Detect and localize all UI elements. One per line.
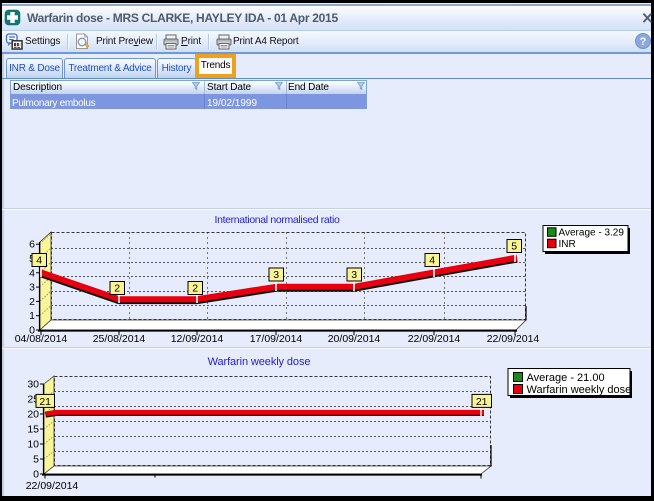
- svg-text:22/09/2014: 22/09/2014: [487, 333, 540, 345]
- svg-text:20/09/2014: 20/09/2014: [328, 333, 381, 345]
- svg-text:21: 21: [476, 396, 488, 408]
- svg-text:15: 15: [27, 424, 39, 436]
- svg-text:2: 2: [192, 283, 198, 295]
- svg-text:0: 0: [33, 469, 39, 481]
- svg-text:21: 21: [39, 396, 51, 408]
- svg-text:12/09/2014: 12/09/2014: [171, 333, 224, 345]
- svg-text:2: 2: [114, 283, 120, 295]
- svg-text:10: 10: [27, 439, 39, 451]
- svg-text:Average - 3.29: Average - 3.29: [559, 228, 625, 239]
- svg-text:3: 3: [351, 269, 357, 281]
- svg-text:4: 4: [36, 255, 42, 267]
- svg-text:INR: INR: [559, 239, 576, 250]
- svg-text:3: 3: [29, 282, 35, 294]
- svg-text:25/08/2014: 25/08/2014: [93, 333, 146, 345]
- svg-text:20: 20: [27, 409, 39, 421]
- svg-text:30: 30: [27, 379, 39, 391]
- svg-text:5: 5: [33, 454, 39, 466]
- svg-text:22/09/2014: 22/09/2014: [26, 480, 79, 492]
- svg-text:17/09/2014: 17/09/2014: [250, 333, 303, 345]
- svg-text:4: 4: [29, 267, 35, 279]
- svg-text:4: 4: [429, 255, 435, 267]
- svg-text:04/08/2014: 04/08/2014: [15, 333, 68, 345]
- svg-text:2: 2: [29, 296, 35, 308]
- svg-text:1: 1: [29, 310, 35, 322]
- svg-text:22/09/2014: 22/09/2014: [408, 333, 461, 345]
- svg-text:3: 3: [273, 269, 279, 281]
- svg-text:6: 6: [29, 239, 35, 251]
- svg-text:5: 5: [511, 241, 517, 253]
- svg-text:Warfarin weekly dose: Warfarin weekly dose: [527, 384, 632, 396]
- svg-text:Average - 21.00: Average - 21.00: [527, 372, 605, 384]
